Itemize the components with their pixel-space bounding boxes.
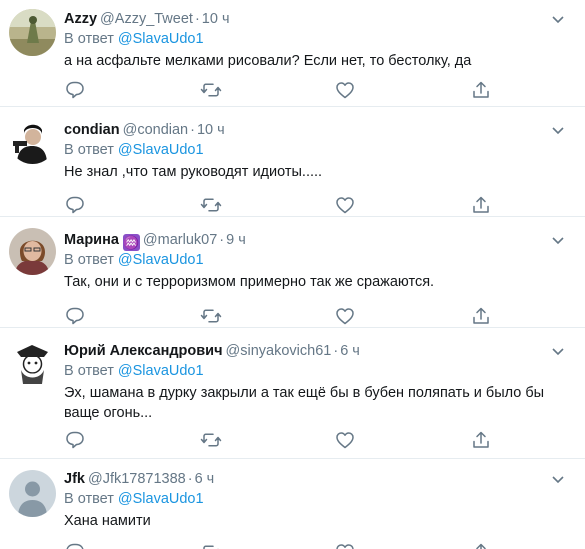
user-handle[interactable]: @Azzy_Tweet xyxy=(100,11,193,27)
like-icon[interactable] xyxy=(334,541,356,549)
reply-prefix: В ответ xyxy=(64,363,114,379)
avatar[interactable] xyxy=(9,470,56,517)
reply-prefix: В ответ xyxy=(64,491,114,507)
like-icon[interactable] xyxy=(334,305,356,327)
display-name[interactable]: Azzy xyxy=(64,11,97,27)
reply-icon[interactable] xyxy=(64,194,86,216)
timestamp[interactable]: 6 ч xyxy=(340,343,360,359)
tweet-actions xyxy=(64,429,504,451)
tweet-actions xyxy=(64,79,504,101)
separator-dot: · xyxy=(194,11,200,27)
reply-prefix: В ответ xyxy=(64,142,114,158)
tweet-text: Так, они и с терроризмом примерно так же… xyxy=(64,274,435,290)
reply-prefix: В ответ xyxy=(64,31,114,47)
share-icon[interactable] xyxy=(470,194,492,216)
reply-mention-link[interactable]: @SlavaUdo1 xyxy=(118,142,204,158)
timestamp[interactable]: 10 ч xyxy=(202,11,230,27)
tweet-text: Эх, шамана в дурку закрыли а так ещё бы … xyxy=(64,385,545,421)
avatar[interactable] xyxy=(9,340,56,387)
reply-mention-link[interactable]: @SlavaUdo1 xyxy=(118,491,204,507)
retweet-icon[interactable] xyxy=(200,305,222,327)
separator-dot: · xyxy=(190,122,195,138)
avatar[interactable] xyxy=(9,117,56,164)
timestamp[interactable]: 6 ч xyxy=(195,471,215,487)
retweet-icon[interactable] xyxy=(200,541,222,549)
avatar[interactable] xyxy=(9,9,56,56)
reply-feed: Azzy @Azzy_Tweet · 10 ч В ответ @SlavaUdo1 … xyxy=(0,0,585,549)
tweet-text: Хана намити xyxy=(64,513,151,529)
chevron-down-icon[interactable] xyxy=(551,13,565,25)
retweet-icon[interactable] xyxy=(200,79,222,101)
tweet-text: Не знал ,что там руководят идиоты..... xyxy=(64,164,323,180)
display-name[interactable]: condian xyxy=(64,122,120,138)
chevron-down-icon[interactable] xyxy=(551,345,565,357)
reply-icon[interactable] xyxy=(64,429,86,451)
tweet-azzy[interactable]: Azzy @Azzy_Tweet · 10 ч В ответ @SlavaUdo1 … xyxy=(0,0,585,107)
share-icon[interactable] xyxy=(470,541,492,549)
reply-icon[interactable] xyxy=(64,541,86,549)
timestamp[interactable]: 9 ч xyxy=(226,232,246,248)
tweet-header: condian @condian · 10 ч xyxy=(64,120,225,140)
reply-context: В ответ @SlavaUdo1 xyxy=(64,29,204,49)
reply-context: В ответ @SlavaUdo1 xyxy=(64,140,204,160)
user-handle[interactable]: @sinyakovich61 xyxy=(226,343,332,359)
retweet-icon[interactable] xyxy=(200,429,222,451)
reply-prefix: В ответ xyxy=(64,252,114,268)
tweet-actions xyxy=(64,541,504,549)
tweet-jfk[interactable]: Jfk @Jfk17871388 · 6 ч В ответ @SlavaUdo1 Х… xyxy=(0,459,585,549)
tweet-condian[interactable]: condian @condian · 10 ч В ответ @SlavaUdo1 … xyxy=(0,107,585,217)
reply-mention-link[interactable]: @SlavaUdo1 xyxy=(118,31,204,47)
chevron-down-icon[interactable] xyxy=(551,124,565,136)
display-name[interactable]: Jfk xyxy=(64,471,85,487)
retweet-icon[interactable] xyxy=(200,194,222,216)
reply-mention-link[interactable]: @SlavaUdo1 xyxy=(118,363,204,379)
user-handle[interactable]: @marluk07 xyxy=(143,232,217,248)
tweet-yuri[interactable]: Юрий Александрович @sinyakovich61 · 6 ч В о… xyxy=(0,328,585,459)
tweet-actions xyxy=(64,305,504,327)
timestamp[interactable]: 10 ч xyxy=(197,122,225,138)
like-icon[interactable] xyxy=(334,429,356,451)
like-icon[interactable] xyxy=(334,79,356,101)
display-name[interactable]: Юрий Александрович xyxy=(64,343,223,359)
tweet-header: Юрий Александрович @sinyakovich61 · 6 ч xyxy=(64,341,360,361)
zodiac-badge: ♒ xyxy=(122,234,140,251)
tweet-header: Марина ♒ @marluk07 · 9 ч xyxy=(64,230,246,251)
display-name[interactable]: Марина xyxy=(64,232,119,248)
tweet-header: Jfk @Jfk17871388 · 6 ч xyxy=(64,469,214,489)
reply-context: В ответ @SlavaUdo1 xyxy=(64,489,204,509)
reply-context: В ответ @SlavaUdo1 xyxy=(64,361,204,381)
avatar[interactable] xyxy=(9,228,56,275)
like-icon[interactable] xyxy=(334,194,356,216)
share-icon[interactable] xyxy=(470,79,492,101)
reply-mention-link[interactable]: @SlavaUdo1 xyxy=(118,252,204,268)
reply-icon[interactable] xyxy=(64,79,86,101)
share-icon[interactable] xyxy=(470,429,492,451)
reply-icon[interactable] xyxy=(64,305,86,327)
share-icon[interactable] xyxy=(470,305,492,327)
chevron-down-icon[interactable] xyxy=(551,234,565,246)
chevron-down-icon[interactable] xyxy=(551,473,565,485)
reply-context: В ответ @SlavaUdo1 xyxy=(64,250,204,270)
separator-dot: · xyxy=(219,232,225,248)
tweet-header: Azzy @Azzy_Tweet · 10 ч xyxy=(64,9,230,29)
separator-dot: · xyxy=(187,471,193,487)
user-handle[interactable]: @Jfk17871388 xyxy=(88,471,186,487)
separator-dot: · xyxy=(333,343,339,359)
tweet-marina[interactable]: Марина ♒ @marluk07 · 9 ч В ответ @SlavaUdo1 … xyxy=(0,217,585,328)
user-handle[interactable]: @condian xyxy=(123,122,189,138)
tweet-text: а на асфальте мелками рисовали? Если нет… xyxy=(64,53,472,69)
tweet-actions xyxy=(64,194,504,216)
